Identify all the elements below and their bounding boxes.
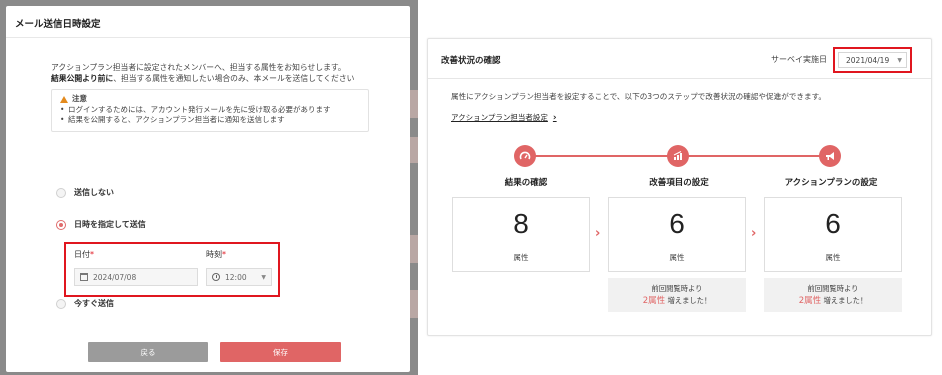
date-label-text: 日付 (74, 250, 90, 259)
delta-highlight: 2属性 (798, 296, 822, 306)
notice-title: 注意 (60, 94, 360, 105)
chevron-right-icon: › (595, 226, 601, 241)
chevron-right-icon: › (751, 226, 757, 241)
notice-list: ログインするためには、アカウント発行メールを先に受け取る必要があります 結果を公… (60, 105, 360, 126)
time-label: 時刻* (206, 249, 226, 260)
intro-line: アクションプラン担当者に設定されたメンバーへ、担当する属性をお知らせします。 (51, 63, 346, 72)
chart-icon (667, 145, 689, 167)
radio-button[interactable] (56, 298, 66, 309)
time-select[interactable]: 12:00 ▼ (206, 268, 272, 286)
notice-title-text: 注意 (72, 94, 87, 103)
warning-icon (60, 95, 68, 103)
radio-label: 日時を指定して送信 (74, 220, 146, 229)
delta-box: 前回閲覧時より 2属性 増えました！ (608, 278, 746, 312)
megaphone-icon (819, 145, 841, 167)
notice-item: 結果を公開すると、アクションプラン担当者に通知を送信します (60, 115, 360, 126)
card-description: 属性にアクションプラン担当者を設定することで、以下の3つのステップで改善状況の確… (451, 92, 827, 101)
notice-item: ログインするためには、アカウント発行メールを先に受け取る必要があります (60, 105, 360, 116)
intro-bold: 結果公開より前に (51, 74, 114, 83)
chevron-down-icon: ▼ (261, 273, 266, 281)
radio-button[interactable] (56, 219, 66, 230)
modal-title: メール送信日時設定 (6, 6, 410, 38)
clock-icon (212, 273, 220, 281)
delta-prefix: 前回閲覧時より (807, 284, 859, 293)
step-unit: 属性 (513, 253, 529, 262)
card-header: 改善状況の確認 サーベイ実施日 2021/04/19 ▼ (428, 39, 931, 79)
delta-suffix: 増えました！ (821, 296, 868, 305)
improvement-status-card: 改善状況の確認 サーベイ実施日 2021/04/19 ▼ 属性にアクションプラン… (427, 38, 932, 336)
step-result-box: 8 属性 (452, 197, 590, 272)
gauge-icon (514, 145, 536, 167)
background-row (410, 90, 418, 118)
time-label-text: 時刻 (206, 250, 222, 259)
survey-date-select[interactable]: 2021/04/19 ▼ (838, 52, 907, 68)
datetime-highlight: 日付* 時刻* 2024/07/08 12:00 ▼ (64, 242, 280, 297)
step-count: 6 (825, 208, 841, 239)
back-button[interactable]: 戻る (88, 342, 208, 362)
chevron-down-icon: ▼ (897, 56, 902, 64)
radio-label: 送信しない (74, 188, 114, 197)
survey-date-label: サーベイ実施日 (771, 55, 827, 64)
notice-box: 注意 ログインするためには、アカウント発行メールを先に受け取る必要があります 結… (51, 89, 369, 132)
chevron-right-icon: › (552, 112, 557, 123)
time-value: 12:00 (225, 272, 247, 282)
survey-date-highlight: 2021/04/19 ▼ (833, 47, 912, 73)
radio-send-now[interactable]: 今すぐ送信 (56, 298, 114, 309)
radio-button[interactable] (56, 187, 66, 198)
background-row (410, 235, 418, 263)
step-title: アクションプランの設定 (784, 178, 878, 188)
card-title: 改善状況の確認 (441, 56, 501, 66)
step-count: 8 (513, 208, 529, 239)
save-button[interactable]: 保存 (220, 342, 341, 362)
intro-rest: 、担当する属性を通知したい場合のみ、本メールを送信してください (113, 74, 355, 83)
modal-backdrop: メール送信日時設定 アクションプラン担当者に設定されたメンバーへ、担当する属性を… (0, 0, 418, 375)
calendar-icon (80, 273, 88, 281)
step-title: 結果の確認 (504, 178, 548, 188)
modal-body: アクションプラン担当者に設定されたメンバーへ、担当する属性をお知らせします。 結… (51, 62, 376, 132)
survey-date-value: 2021/04/19 (846, 55, 890, 65)
background-row (410, 137, 418, 163)
step-unit: 属性 (825, 253, 841, 262)
step-improvement-box: 6 属性 (608, 197, 746, 272)
delta-highlight: 2属性 (642, 296, 666, 306)
step-unit: 属性 (669, 253, 685, 262)
email-schedule-modal: メール送信日時設定 アクションプラン担当者に設定されたメンバーへ、担当する属性を… (6, 6, 410, 372)
date-label: 日付* (74, 249, 94, 260)
radio-scheduled[interactable]: 日時を指定して送信 (56, 219, 146, 230)
settings-link-text[interactable]: アクションプラン担当者設定 (451, 112, 548, 123)
background-row (410, 290, 418, 318)
radio-no-send[interactable]: 送信しない (56, 187, 114, 198)
radio-label: 今すぐ送信 (74, 299, 114, 308)
required-mark: * (222, 250, 226, 259)
delta-suffix: 増えました！ (665, 296, 712, 305)
action-plan-settings-link[interactable]: アクションプラン担当者設定 › (451, 112, 557, 123)
delta-box: 前回閲覧時より 2属性 増えました！ (764, 278, 902, 312)
step-count: 6 (669, 208, 685, 239)
required-mark: * (90, 250, 94, 259)
date-field[interactable]: 2024/07/08 (74, 268, 198, 286)
delta-prefix: 前回閲覧時より (651, 284, 703, 293)
delta-line: 2属性 増えました！ (608, 295, 746, 307)
intro-text: アクションプラン担当者に設定されたメンバーへ、担当する属性をお知らせします。 結… (51, 62, 376, 84)
step-action-plan-box: 6 属性 (764, 197, 902, 272)
step-title: 改善項目の設定 (649, 178, 709, 188)
intro-line: 結果公開より前に、担当する属性を通知したい場合のみ、本メールを送信してください (51, 73, 376, 84)
delta-line: 2属性 増えました！ (764, 295, 902, 307)
date-value: 2024/07/08 (93, 272, 137, 282)
